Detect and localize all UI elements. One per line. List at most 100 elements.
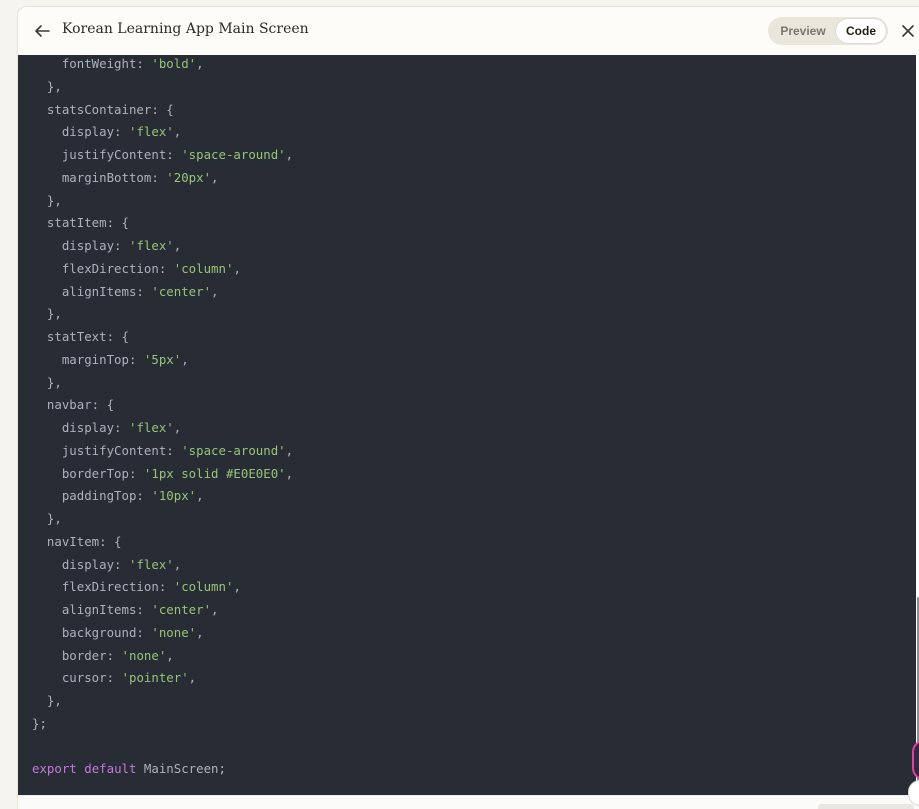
code-line: justifyContent: 'space-around',: [32, 440, 293, 463]
code-text: fontWeight:: [32, 56, 152, 71]
code-text: ,: [211, 283, 219, 299]
back-button[interactable]: [30, 19, 54, 43]
code-line: },: [32, 690, 293, 713]
code-text: marginBottom:: [32, 169, 167, 185]
code-line: justifyContent: 'space-around',: [32, 144, 293, 167]
code-text: ,: [166, 647, 174, 663]
code-keyword: default: [84, 761, 137, 777]
code-line: },: [32, 190, 293, 213]
code-text: ,: [173, 420, 182, 435]
code-string: 'none': [121, 647, 167, 663]
code-line: display: 'flex',: [32, 554, 293, 577]
code-text: ,: [285, 442, 294, 458]
code-string: '10px': [151, 488, 197, 504]
code-text: MainScreen;: [136, 761, 226, 777]
code-line: marginBottom: '20px',: [32, 167, 293, 190]
tab-preview[interactable]: Preview: [770, 19, 836, 43]
code-string: 'center': [151, 283, 212, 299]
code-line: marginTop: '5px',: [32, 349, 293, 372]
code-string: 'column': [173, 579, 234, 595]
code-string: 'flex': [128, 238, 174, 253]
code-string: 'center': [151, 602, 212, 617]
code-text: ,: [233, 579, 241, 595]
code-text: ,: [173, 238, 182, 253]
close-icon: [902, 25, 914, 37]
code-string: 'none': [151, 624, 197, 640]
code-line: alignItems: 'center',: [32, 599, 293, 622]
code-editor[interactable]: fontWeight: 'bold', }, statsContainer: {…: [18, 55, 916, 795]
panel-header: Korean Learning App Main Screen Preview …: [18, 7, 919, 55]
code-text: ,: [173, 124, 182, 140]
code-text: },: [32, 306, 62, 322]
bottom-bar: [18, 795, 919, 809]
code-text: ,: [211, 169, 219, 185]
code-string: 'space-around': [181, 442, 286, 458]
code-text: cursor:: [32, 670, 122, 686]
code-line: border: 'none',: [32, 645, 293, 668]
code-string: '5px': [143, 351, 182, 367]
code-line: background: 'none',: [32, 622, 293, 645]
code-line: },: [32, 76, 293, 99]
floating-avatar[interactable]: [912, 740, 919, 780]
code-line: alignItems: 'center',: [32, 281, 293, 304]
code-text: },: [32, 192, 62, 208]
code-text: ,: [285, 465, 294, 481]
code-text: statText: {: [32, 329, 129, 344]
code-line: display: 'flex',: [32, 121, 293, 144]
code-text: },: [32, 374, 62, 390]
code-keyword: export: [32, 761, 77, 777]
code-text: ,: [173, 556, 182, 572]
code-text: },: [32, 78, 62, 94]
code-text: border:: [32, 647, 122, 663]
code-string: 'flex': [128, 420, 174, 435]
artifact-panel: Korean Learning App Main Screen Preview …: [17, 6, 919, 809]
code-text: statsContainer: {: [32, 101, 174, 117]
code-text: navbar: {: [32, 397, 115, 413]
code-line: },: [32, 508, 293, 531]
code-string: 'column': [173, 260, 234, 276]
code-text: display:: [32, 420, 129, 435]
code-string: 'pointer': [121, 670, 189, 686]
code-text: display:: [32, 124, 129, 140]
code-line: borderTop: '1px solid #E0E0E0',: [32, 463, 293, 486]
code-text: },: [32, 511, 62, 526]
code-text: ,: [233, 260, 241, 276]
code-text: ,: [196, 488, 204, 504]
code-string: 'space-around': [181, 147, 286, 162]
code-text: ,: [196, 56, 204, 71]
arrow-left-icon: [35, 25, 50, 37]
code-text: statItem: {: [32, 215, 129, 231]
code-string: 'flex': [128, 556, 174, 572]
code-text: alignItems:: [32, 283, 152, 299]
code-text: marginTop:: [32, 351, 144, 367]
code-text: alignItems:: [32, 602, 152, 617]
code-text: };: [32, 715, 47, 731]
code-string: '1px solid #E0E0E0': [143, 465, 286, 481]
code-line: },: [32, 303, 293, 326]
code-line: statText: {: [32, 326, 293, 349]
code-line: flexDirection: 'column',: [32, 258, 293, 281]
code-line: fontWeight: 'bold',: [32, 55, 293, 76]
page-title: Korean Learning App Main Screen: [62, 21, 309, 37]
view-toggle: Preview Code: [768, 17, 888, 45]
code-text: ,: [285, 147, 294, 162]
code-line: },: [32, 372, 293, 395]
code-text: background:: [32, 624, 152, 640]
code-line: display: 'flex',: [32, 235, 293, 258]
code-text: justifyContent:: [32, 442, 182, 458]
code-line: navbar: {: [32, 394, 293, 417]
code-string: '20px': [166, 169, 212, 185]
code-text: ,: [196, 624, 204, 640]
code-text: display:: [32, 238, 129, 253]
tab-code[interactable]: Code: [836, 19, 886, 43]
code-text: paddingTop:: [32, 488, 152, 504]
code-text: borderTop:: [32, 465, 144, 481]
code-line: navItem: {: [32, 531, 293, 554]
close-button[interactable]: [898, 21, 918, 41]
code-block: fontWeight: 'bold', }, statsContainer: {…: [32, 55, 293, 781]
code-string: 'bold': [151, 56, 197, 71]
code-line: statItem: {: [32, 212, 293, 235]
code-text: ,: [211, 602, 219, 617]
code-text: display:: [32, 556, 129, 572]
